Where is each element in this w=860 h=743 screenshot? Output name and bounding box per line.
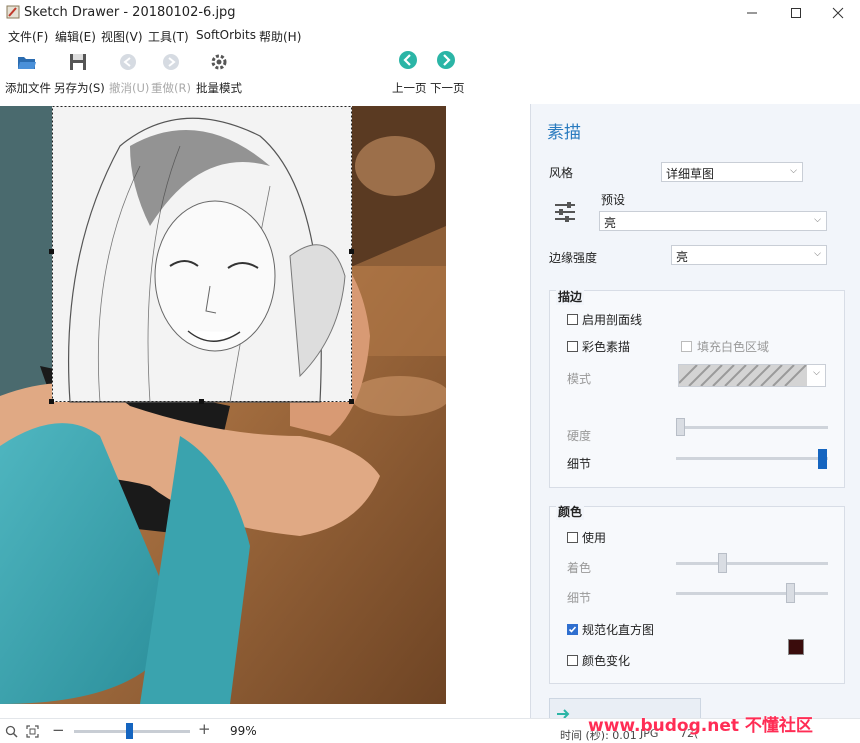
menu-file[interactable]: 文件(F) [8, 28, 48, 45]
color-change-checkbox[interactable] [567, 655, 578, 666]
undo-label: 撤消(U) [109, 81, 150, 95]
hatch-checkbox[interactable] [567, 314, 578, 325]
minimize-button[interactable] [732, 0, 772, 26]
color-change-label: 颜色变化 [582, 654, 631, 668]
color-sketch-label: 彩色素描 [582, 340, 631, 354]
zoom-slider-thumb[interactable] [126, 723, 133, 739]
chevron-down-icon: ⌵ [814, 215, 821, 225]
maximize-button[interactable] [776, 0, 816, 26]
color-sketch-checkbox[interactable] [567, 341, 578, 352]
toolbar: 添加文件 另存为(S) 撤消(U) 重做(R) 批量模式 上一页 下一页 [0, 46, 860, 104]
panel-title: 素描 [547, 123, 581, 143]
detail-label: 细节 [567, 457, 592, 471]
menu-softorbits[interactable]: SoftOrbits [196, 28, 256, 42]
fill-white-label: 填充白色区域 [697, 340, 770, 354]
style-dropdown-value: 详细草图 [666, 167, 715, 181]
preset-dropdown[interactable]: 亮 ⌵ [599, 211, 827, 231]
menu-help[interactable]: 帮助(H) [259, 28, 301, 45]
detail-slider-thumb[interactable] [818, 449, 827, 469]
style-label: 风格 [549, 166, 574, 180]
hardness-label: 硬度 [567, 429, 592, 443]
menu-view[interactable]: 视图(V) [101, 28, 143, 45]
zoom-search-icon[interactable] [5, 725, 18, 738]
chevron-down-icon: ⌵ [814, 249, 821, 259]
detail-slider-track[interactable] [676, 457, 828, 460]
tint-slider-thumb[interactable] [718, 553, 727, 573]
batch-mode-label: 批量模式 [196, 81, 242, 95]
window-title: Sketch Drawer - 20180102-6.jpg [24, 5, 236, 20]
tint-label: 着色 [567, 561, 592, 575]
folder-open-icon [18, 57, 36, 69]
edge-strength-dropdown[interactable]: 亮 ⌵ [671, 245, 827, 265]
close-icon [832, 7, 844, 19]
color-swatch[interactable] [788, 639, 804, 655]
next-page-button[interactable]: 下一页 [428, 46, 468, 102]
zoom-in-icon[interactable]: + [198, 720, 211, 738]
hardness-slider-thumb[interactable] [676, 418, 685, 436]
watermark: www.budog.net 不懂社区 [588, 716, 813, 736]
maximize-icon [791, 8, 801, 18]
style-dropdown[interactable]: 详细草图 ⌵ [661, 162, 803, 182]
add-file-button[interactable]: 添加文件 [0, 46, 52, 102]
zoom-out-icon[interactable]: − [52, 721, 65, 739]
undo-button[interactable]: 撤消(U) [106, 46, 150, 102]
menu-bar: 文件(F) 编辑(E) 视图(V) 工具(T) SoftOrbits 帮助(H) [0, 26, 860, 46]
edge-strength-label: 边缘强度 [549, 251, 598, 265]
save-as-button[interactable]: 另存为(S) [52, 46, 105, 102]
use-color-label: 使用 [582, 531, 607, 545]
menu-edit[interactable]: 编辑(E) [55, 28, 96, 45]
gear-icon [211, 54, 227, 70]
prev-page-button[interactable]: 上一页 [388, 46, 428, 102]
redo-button[interactable]: 重做(R) [150, 46, 192, 102]
normalize-histogram-checkbox[interactable] [567, 624, 578, 635]
photo-image [0, 106, 446, 704]
normalize-histogram-label: 规范化直方图 [582, 623, 655, 637]
edge-strength-value: 亮 [676, 250, 689, 264]
redo-label: 重做(R) [151, 81, 191, 95]
title-bar: Sketch Drawer - 20180102-6.jpg [0, 0, 860, 26]
stroke-group-title: 描边 [556, 288, 585, 305]
sketch-settings-panel: 素描 风格 详细草图 ⌵ 预设 亮 ⌵ 边缘强度 亮 ⌵ 描边 启用剖面线 彩色… [530, 104, 860, 722]
fit-screen-icon[interactable] [26, 725, 39, 738]
arrow-right-icon [437, 51, 455, 69]
color-detail-slider-track[interactable] [676, 592, 828, 595]
app-icon [6, 5, 20, 19]
pattern-dropdown[interactable]: ⌵ [678, 364, 826, 387]
next-page-label: 下一页 [430, 81, 465, 95]
image-preview[interactable] [0, 106, 446, 704]
minimize-icon [747, 12, 757, 14]
chevron-down-icon: ⌵ [790, 166, 797, 176]
preset-label: 预设 [601, 193, 626, 207]
undo-icon [120, 54, 136, 70]
hatch-label: 启用剖面线 [582, 313, 643, 327]
batch-mode-button[interactable]: 批量模式 [194, 46, 244, 102]
tint-slider-track[interactable] [676, 562, 828, 565]
save-icon [70, 54, 86, 70]
preset-dropdown-value: 亮 [604, 216, 617, 230]
prev-page-label: 上一页 [392, 81, 427, 95]
arrow-left-icon [399, 51, 417, 69]
zoom-level: 99% [230, 724, 257, 738]
add-file-label: 添加文件 [5, 81, 51, 95]
hardness-slider-track[interactable] [676, 426, 828, 429]
close-button[interactable] [818, 0, 858, 26]
save-as-label: 另存为(S) [54, 81, 105, 95]
color-detail-label: 细节 [567, 591, 592, 605]
pattern-label: 模式 [567, 372, 592, 386]
chevron-down-icon: ⌵ [813, 368, 820, 378]
color-group-title: 颜色 [556, 503, 585, 520]
pencil-texture-swatch [678, 364, 807, 387]
sliders-icon [555, 202, 575, 222]
color-detail-slider-thumb[interactable] [786, 583, 795, 603]
checkmark-icon [568, 626, 577, 633]
menu-tools[interactable]: 工具(T) [148, 28, 189, 45]
redo-icon [163, 54, 179, 70]
color-group: 颜色 使用 着色 细节 规范化直方图 颜色变化 [549, 503, 845, 684]
fill-white-checkbox[interactable] [681, 341, 692, 352]
use-color-checkbox[interactable] [567, 532, 578, 543]
stroke-group: 描边 启用剖面线 彩色素描 填充白色区域 模式 ⌵ 硬度 细节 [549, 288, 845, 488]
